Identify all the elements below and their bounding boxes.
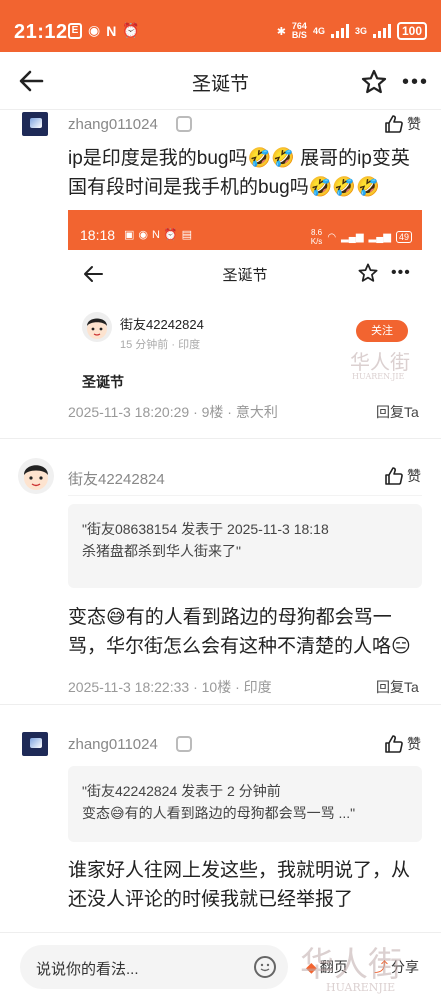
thumbs-up-icon [385, 467, 403, 485]
embedded-notification-icons: ▣◉N⏰▤ [124, 229, 197, 241]
net-speed-unit: B/S [291, 30, 307, 40]
comment-text: ip是印度是我的bug吗🤣🤣 展哥的ip变英国有段时间是我手机的bug吗🤣🤣🤣 [68, 148, 410, 198]
signal-icon [330, 24, 349, 38]
bluetooth-icon: ✱ [276, 25, 286, 38]
embedded-follow-button: 关注 [356, 320, 408, 342]
comment-list: zhang011024 赞 ip是印度是我的bug吗🤣🤣 展哥的ip变英国有段时… [0, 110, 441, 932]
comment-input-placeholder: 说说你的看法... [36, 961, 139, 978]
watermark-logo: 华人街 [300, 945, 402, 985]
alarm-icon: ⏰ [122, 22, 140, 38]
status-time: 21:12 [14, 21, 68, 43]
thumbs-up-icon [385, 735, 403, 753]
avatar[interactable] [22, 732, 48, 756]
nfc-icon: N [106, 22, 117, 39]
quoted-comment[interactable]: "街友08638154 发表于 2025-11-3 18:18 杀猪盘都杀到华人… [68, 504, 422, 588]
status-right-icons: ✱ 764 B/S 4G 3G 100 [277, 22, 427, 40]
like-label: 赞 [407, 468, 421, 484]
watermark-text: HUARENJIE [326, 981, 396, 994]
embedded-avatar [82, 312, 112, 342]
quote-text: 变态😅有的人看到路边的母狗都会骂一骂 ..." [82, 805, 356, 821]
battery-icon: 100 [396, 22, 427, 40]
bottom-action-bar: 说说你的看法... ◆ 翻页 ⤴ 分享 华人街 HUARENJIE [0, 932, 441, 1000]
signal-icon-2 [372, 24, 391, 38]
embedded-nav-bar: 圣诞节 ••• [68, 250, 422, 296]
embedded-post-time: 15 分钟前 · 印度 [120, 339, 201, 351]
comment-username[interactable]: zhang011024 [68, 736, 158, 753]
like-label: 赞 [407, 736, 421, 752]
comment-username[interactable]: 街友42242824 [68, 468, 165, 489]
comment-meta: 2025-11-3 18:20:29 · 9楼 · 意大利 [68, 404, 278, 420]
smile-icon [260, 963, 270, 972]
reply-button[interactable]: 回复Ta [376, 677, 419, 697]
embedded-status-time: 18:18 [80, 227, 116, 243]
embedded-status-bar: 18:18 ▣◉N⏰▤ 8.6 K/s ◠ ▂▄▆ ▂▄▆ 49 [68, 210, 422, 250]
comment-username[interactable]: zhang011024 [68, 116, 158, 133]
avatar[interactable] [22, 112, 48, 136]
comment-meta: 2025-11-3 18:22:33 · 10楼 · 印度 [68, 679, 272, 695]
top-nav-bar: 圣诞节 ••• [0, 52, 441, 110]
star-icon[interactable] [360, 68, 388, 96]
divider [0, 438, 441, 439]
emoji-icon[interactable] [254, 956, 276, 978]
signal-label-b: 3G [354, 26, 367, 36]
avatar[interactable] [18, 458, 54, 494]
cartoon-face-icon [87, 318, 107, 339]
embedded-net-speed-unit: K/s [310, 237, 323, 246]
comment-text: 谁家好人往网上发这些，我就明说了，从还没人评论的时候我就已经举报了 [68, 860, 411, 910]
like-button[interactable]: 赞 [384, 114, 421, 134]
embedded-status-right: 8.6 K/s ◠ ▂▄▆ ▂▄▆ 49 [311, 228, 412, 246]
embedded-username: 街友42242824 [120, 317, 204, 332]
embedded-signal-icon: ▂▄▆ [341, 231, 364, 243]
thumbs-up-icon [385, 115, 403, 133]
robot-badge-icon [176, 116, 192, 132]
net-speed: 764 B/S [292, 22, 307, 40]
status-bar: 21:12 E ◉ N ⏰ ✱ 764 B/S 4G 3G 100 [0, 0, 441, 52]
reply-button[interactable]: 回复Ta [376, 402, 419, 422]
embedded-net-speed: 8.6 K/s [311, 228, 323, 246]
quote-text: 杀猪盘都杀到华人街来了" [82, 543, 241, 559]
more-icon[interactable]: ••• [402, 72, 429, 92]
comment-text: 变态😅有的人看到路边的母狗都会骂一骂，华尔街怎么会有这种不清楚的人咯😑 [68, 607, 411, 657]
watermark-text: HUAREN.JIE [352, 372, 405, 381]
signal-label-a: 4G [312, 26, 325, 36]
watermark-logo: 华人街 [350, 350, 410, 374]
quote-header: "街友08638154 发表于 2025-11-3 18:18 [82, 521, 329, 537]
quoted-comment[interactable]: "街友42242824 发表于 2 分钟前 变态😅有的人看到路边的母狗都会骂一骂… [68, 766, 422, 842]
embedded-net-speed-value: 8.6 [310, 228, 323, 237]
status-notification-icons: E ◉ N ⏰ [68, 22, 140, 39]
embedded-signal-icon-2: ▂▄▆ [368, 231, 391, 243]
like-button[interactable]: 赞 [384, 466, 421, 486]
embedded-more-icon: ••• [391, 264, 411, 281]
like-label: 赞 [407, 116, 421, 132]
comment-input[interactable]: 说说你的看法... [20, 945, 288, 989]
eye-icon: ◉ [88, 22, 101, 38]
like-button[interactable]: 赞 [384, 734, 421, 754]
cartoon-face-icon [24, 465, 48, 490]
embedded-battery: 49 [395, 231, 412, 243]
robot-badge-icon [176, 736, 192, 752]
divider [0, 704, 441, 705]
embedded-screenshot[interactable]: 18:18 ▣◉N⏰▤ 8.6 K/s ◠ ▂▄▆ ▂▄▆ 49 圣诞节 ••• [68, 210, 422, 496]
embedded-caption: 圣诞节 [82, 374, 124, 390]
embedded-star-icon [358, 263, 378, 282]
embedded-wifi-icon: ◠ [327, 231, 337, 243]
app-notification-icon: E [68, 22, 82, 39]
quote-header: "街友42242824 发表于 2 分钟前 [82, 783, 281, 799]
